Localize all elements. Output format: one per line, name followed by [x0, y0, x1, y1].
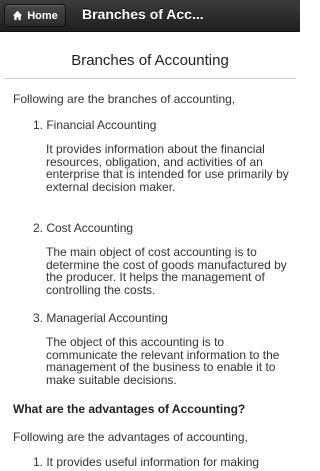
list-item-heading: 2. Cost Accounting	[33, 221, 134, 235]
advantages-heading: What are the advantages of Accounting?	[13, 402, 246, 416]
header-bar: Home Branches of Acc...	[0, 0, 300, 32]
header-title: Branches of Acc...	[82, 6, 204, 22]
list-item-description: It provides information about the financ…	[46, 142, 289, 194]
home-button-label: Home	[27, 9, 58, 22]
home-icon	[12, 10, 23, 21]
list-item: 1. It provides useful information for ma…	[33, 455, 260, 469]
list-item-heading: 1. Financial Accounting	[33, 118, 157, 132]
page-title: Branches of Accounting	[71, 52, 229, 69]
list-item-description: The object of this accounting is to comm…	[46, 335, 280, 387]
title-divider	[4, 78, 296, 79]
list-item-heading: 3. Managerial Accounting	[33, 311, 168, 325]
list-item-description: The main object of cost accounting is to…	[46, 245, 287, 297]
advantages-intro: Following are the advantages of accounti…	[13, 430, 248, 444]
branches-intro: Following are the branches of accounting…	[13, 92, 236, 106]
home-button[interactable]: Home	[4, 4, 66, 27]
content-area[interactable]: Branches of Accounting Following are the…	[0, 32, 300, 471]
